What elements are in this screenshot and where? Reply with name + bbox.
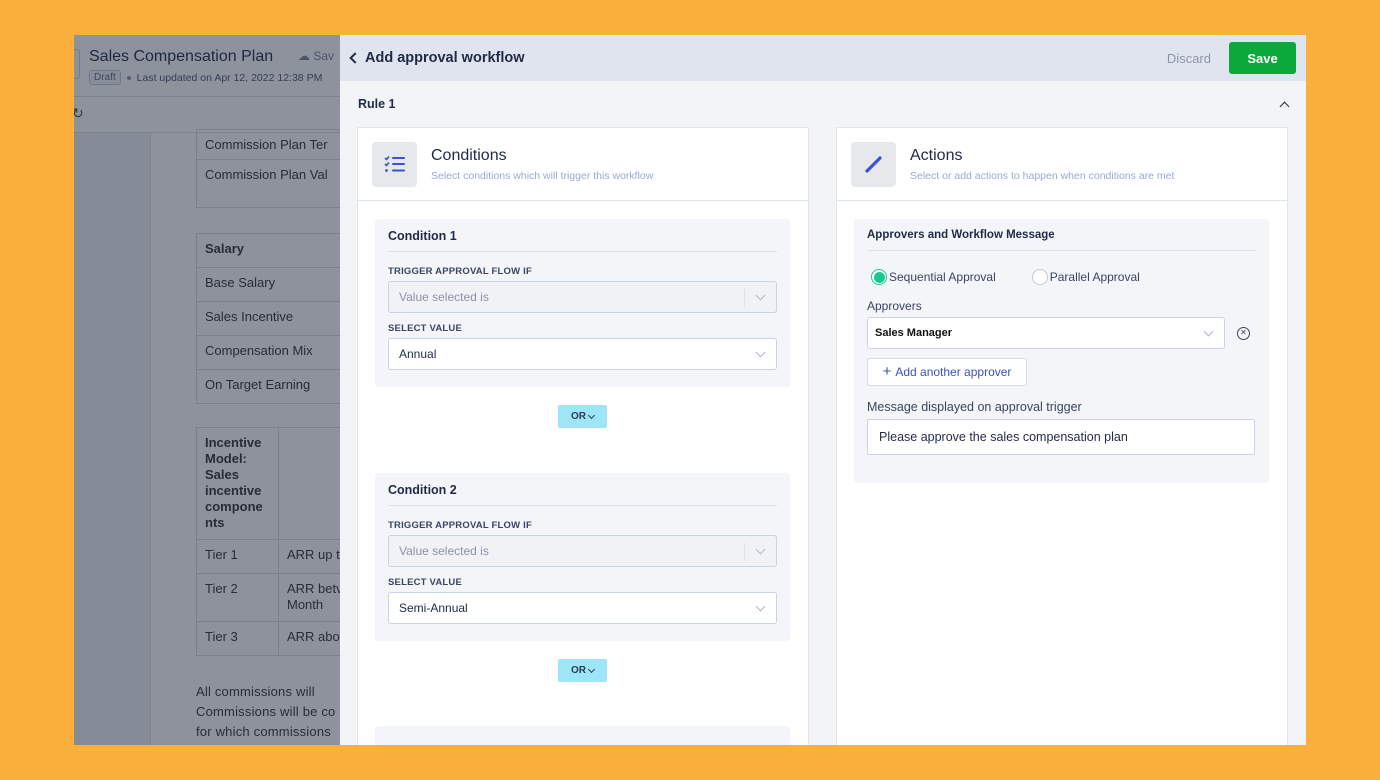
chevron-up-icon[interactable] xyxy=(1279,101,1290,111)
background-document: Sales Compensation Plan ☁ Sav Draft Last… xyxy=(74,35,356,745)
trigger-label: TRIGGER APPROVAL FLOW IF xyxy=(388,266,532,277)
radio-button[interactable] xyxy=(1031,269,1048,285)
actions-subtitle: Select or add actions to happen when con… xyxy=(910,169,1175,182)
drawer-title: Add approval workflow xyxy=(365,50,525,66)
trigger-select-value: Value selected is xyxy=(399,290,489,304)
condition-card: Condition 1 TRIGGER APPROVAL FLOW IF Val… xyxy=(375,219,790,387)
select-separator xyxy=(744,543,745,561)
trigger-select: Value selected is xyxy=(388,281,777,313)
add-approver-label: Add another approver xyxy=(895,365,1012,379)
drawer-header: Add approval workflow Discard Save xyxy=(340,35,1306,81)
approvers-card: Approvers and Workflow Message Sequentia… xyxy=(854,219,1269,483)
or-label: OR xyxy=(571,665,586,676)
chevron-down-icon xyxy=(1203,326,1214,337)
chevron-down-icon xyxy=(587,411,596,419)
radio-sequential-approval[interactable]: Sequential Approval xyxy=(871,269,996,285)
actions-header: Actions Select or add actions to happen … xyxy=(837,128,1287,201)
chevron-down-icon xyxy=(755,290,766,301)
value-label: SELECT VALUE xyxy=(388,323,463,334)
chevron-down-icon xyxy=(755,347,766,358)
chevron-left-icon xyxy=(349,52,361,64)
approver-select[interactable]: Sales Manager xyxy=(867,317,1225,349)
value-select-value: Semi-Annual xyxy=(399,601,468,615)
radio-parallel-approval[interactable]: Parallel Approval xyxy=(1031,269,1140,285)
discard-button[interactable]: Discard xyxy=(1149,51,1229,66)
checklist-icon xyxy=(372,141,417,187)
chevron-down-icon xyxy=(587,665,596,673)
condition-card-partial xyxy=(375,726,790,745)
trigger-select: Value selected is xyxy=(388,535,777,567)
trigger-label: TRIGGER APPROVAL FLOW IF xyxy=(388,520,532,531)
value-label: SELECT VALUE xyxy=(388,577,463,588)
modal-overlay[interactable] xyxy=(74,35,340,745)
condition-title: Condition 1 xyxy=(388,229,777,252)
chevron-down-icon xyxy=(755,544,766,555)
save-button[interactable]: Save xyxy=(1229,42,1296,74)
conditions-subtitle: Select conditions which will trigger thi… xyxy=(431,169,654,182)
or-button[interactable]: OR xyxy=(558,659,607,682)
actions-panel: Actions Select or add actions to happen … xyxy=(836,127,1288,745)
or-button[interactable]: OR xyxy=(558,405,607,428)
trigger-select-value: Value selected is xyxy=(399,544,489,558)
radio-label: Parallel Approval xyxy=(1049,270,1140,284)
chevron-down-icon xyxy=(755,601,766,612)
select-separator xyxy=(744,289,745,307)
conditions-header: Conditions Select conditions which will … xyxy=(358,128,808,201)
approver-row: Sales Manager ✕ xyxy=(867,317,1256,349)
value-select-value: Annual xyxy=(399,347,437,361)
condition-title: Condition 2 xyxy=(388,483,777,506)
remove-circle-icon[interactable]: ✕ xyxy=(1237,326,1250,340)
rule-title: Rule 1 xyxy=(358,97,396,111)
value-select[interactable]: Semi-Annual xyxy=(388,592,777,624)
message-label: Message displayed on approval trigger xyxy=(867,400,1082,414)
conditions-panel: Conditions Select conditions which will … xyxy=(357,127,809,745)
approver-select-value: Sales Manager xyxy=(875,327,953,339)
or-label: OR xyxy=(571,411,586,422)
pencil-icon xyxy=(851,141,896,187)
condition-card: Condition 2 TRIGGER APPROVAL FLOW IF Val… xyxy=(375,473,790,641)
approval-workflow-drawer: Add approval workflow Discard Save Rule … xyxy=(340,35,1306,745)
value-select[interactable]: Annual xyxy=(388,338,777,370)
approval-mode-group: Sequential Approval Parallel Approval xyxy=(871,269,1256,285)
conditions-title: Conditions xyxy=(431,146,507,164)
app-window: Sales Compensation Plan ☁ Sav Draft Last… xyxy=(74,35,1306,745)
radio-label: Sequential Approval xyxy=(889,270,996,284)
approvers-label: Approvers xyxy=(867,299,922,313)
radio-button-selected[interactable] xyxy=(871,269,887,285)
message-input[interactable] xyxy=(867,419,1255,455)
rule-header[interactable]: Rule 1 xyxy=(340,81,1306,127)
back-button[interactable]: Add approval workflow xyxy=(348,50,525,66)
approvers-card-title: Approvers and Workflow Message xyxy=(867,229,1256,251)
actions-title: Actions xyxy=(910,146,963,164)
add-approver-button[interactable]: + Add another approver xyxy=(867,358,1027,386)
plus-icon: + xyxy=(882,363,892,380)
